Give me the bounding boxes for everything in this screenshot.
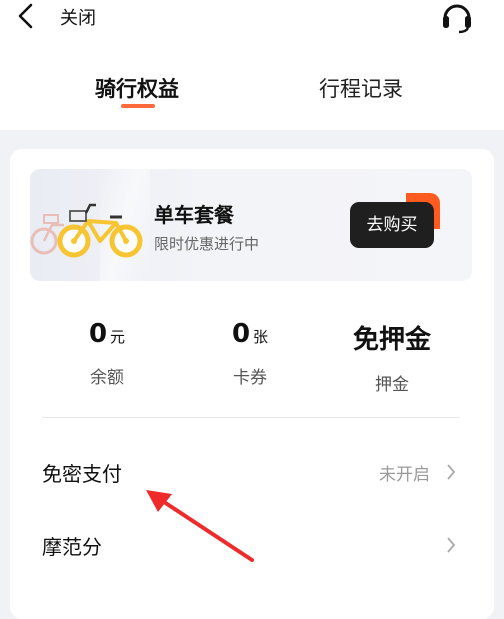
tab-riding-benefits[interactable]: 骑行权益 xyxy=(95,73,179,103)
close-button[interactable]: 关闭 xyxy=(60,4,96,30)
buy-button[interactable]: 去购买 xyxy=(350,202,434,248)
mofan-score-label: 摩范分 xyxy=(42,535,102,559)
banner-title: 单车套餐 xyxy=(154,203,234,227)
chevron-right-icon xyxy=(447,537,456,553)
bicycle-illustration-icon xyxy=(30,203,143,258)
coupon-value: 0 xyxy=(231,319,251,349)
chevron-right-icon xyxy=(447,464,456,480)
bike-package-banner[interactable]: 单车套餐 限时优惠进行中 去购买 xyxy=(30,169,472,281)
coupon-label: 卡券 xyxy=(233,368,267,388)
banner-subtitle: 限时优惠进行中 xyxy=(154,235,260,253)
password-free-payment-status: 未开启 xyxy=(379,465,430,485)
balance-stat[interactable]: 0元 余额 xyxy=(47,319,167,388)
deposit-value: 免押金 xyxy=(352,325,431,355)
customer-service-headset-icon[interactable] xyxy=(438,0,476,34)
top-bar: 关闭 骑行权益 行程记录 xyxy=(0,0,504,130)
section-divider xyxy=(42,417,460,418)
coupon-unit: 张 xyxy=(253,328,269,346)
active-tab-indicator xyxy=(121,104,155,108)
back-arrow-icon[interactable] xyxy=(10,0,44,34)
deposit-label: 押金 xyxy=(375,375,409,395)
balance-label: 余额 xyxy=(90,368,124,388)
balance-unit: 元 xyxy=(110,328,126,346)
red-annotation-arrow-icon xyxy=(146,490,254,562)
balance-value: 0 xyxy=(88,319,108,349)
tab-trip-records[interactable]: 行程记录 xyxy=(319,73,403,103)
coupon-stat[interactable]: 0张 卡券 xyxy=(190,319,310,388)
password-free-payment-label: 免密支付 xyxy=(42,462,122,486)
deposit-stat[interactable]: 免押金 押金 xyxy=(332,319,452,395)
